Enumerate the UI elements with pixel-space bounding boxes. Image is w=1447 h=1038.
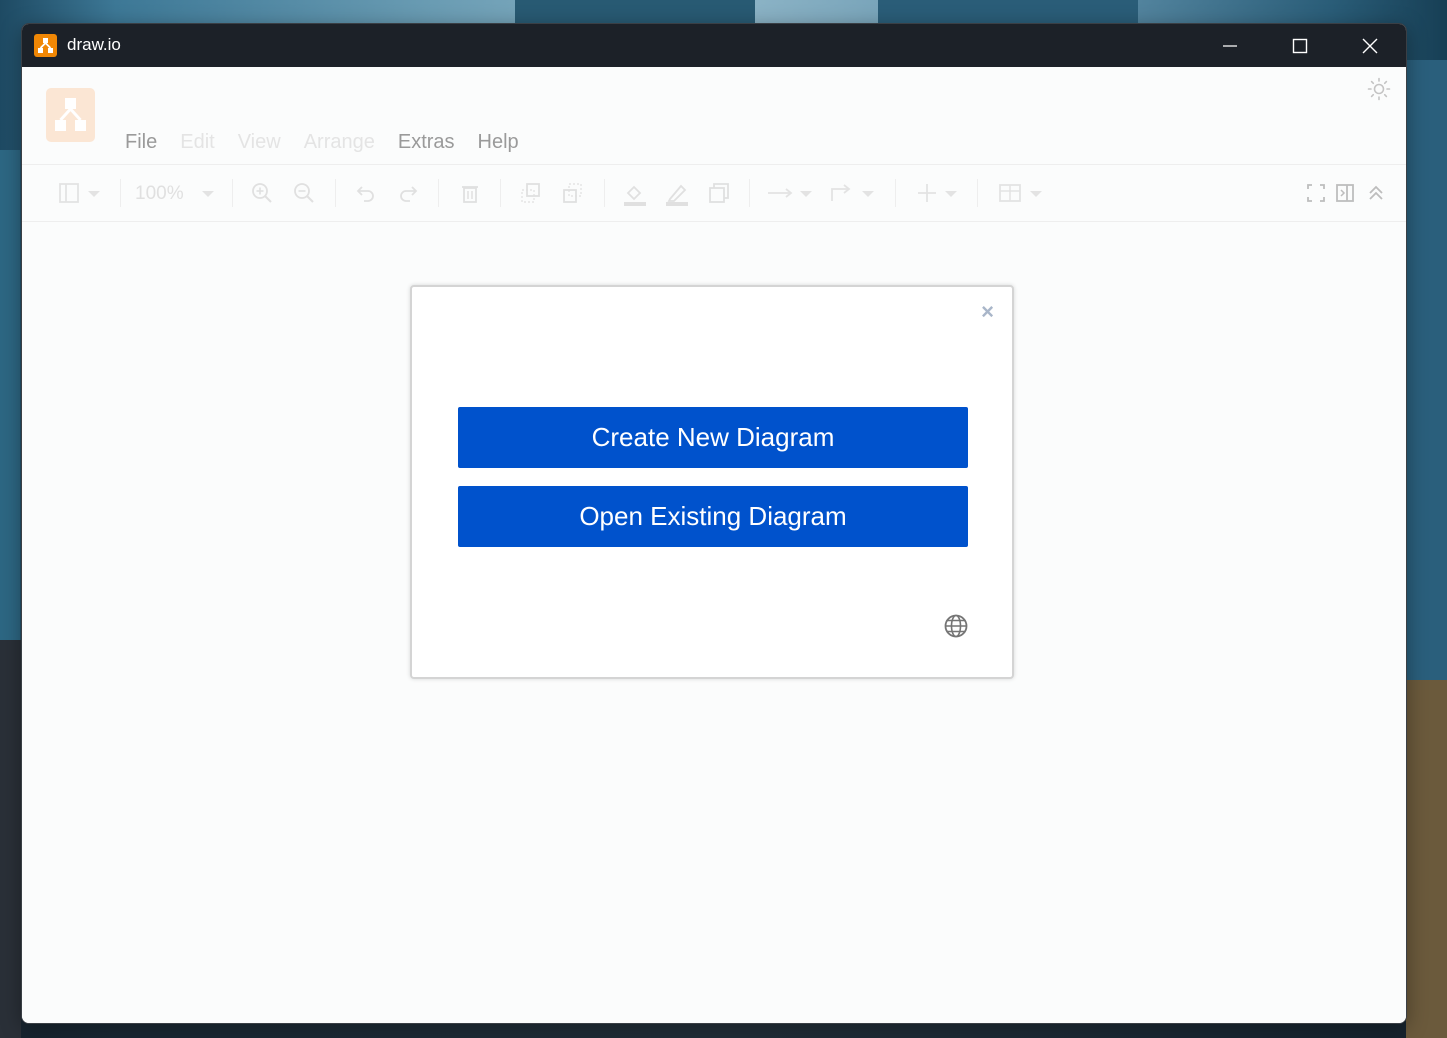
toolbar-separator [120,179,121,207]
globe-icon[interactable] [943,613,969,639]
toolbar-separator [977,179,978,207]
toolbar-separator [749,179,750,207]
zoom-in-icon[interactable] [250,181,274,205]
toolbar-separator [500,179,501,207]
toolbar-separator [335,179,336,207]
close-dialog-button[interactable]: × [981,299,994,325]
zoom-out-icon[interactable] [292,181,316,205]
insert-plus-icon[interactable] [915,181,961,205]
maximize-icon [1292,38,1308,53]
sidebar-toggle-icon[interactable] [58,181,104,205]
background-building [878,0,1138,23]
app-header: File Edit View Arrange Extras Help [22,67,1406,165]
drawio-logo-icon [34,34,57,57]
close-window-button[interactable] [1335,24,1405,67]
shadow-icon[interactable] [706,181,732,207]
sun-icon[interactable] [1367,77,1391,101]
background-ground [1406,680,1447,1038]
background-building [515,0,755,23]
background-building [1406,60,1447,760]
undo-icon[interactable] [354,181,378,205]
title-bar: draw.io [22,24,1406,67]
format-panel-icon[interactable] [1335,181,1355,205]
toolbar: 100% [22,165,1406,222]
zoom-level[interactable]: 100% [135,183,184,205]
minimize-icon [1223,44,1237,47]
menu-file[interactable]: File [125,131,157,154]
start-dialog: × Create New Diagram Open Existing Diagr… [410,285,1014,679]
connection-arrow-icon[interactable] [766,181,816,205]
fullscreen-icon[interactable] [1306,181,1326,205]
app-window: draw.io File Edit View Arrange Extras He… [21,23,1407,1024]
background-road [0,640,21,1038]
close-icon [1362,38,1378,53]
waypoints-icon[interactable] [828,181,878,205]
toolbar-separator [604,179,605,207]
menu-edit[interactable]: Edit [180,131,214,154]
maximize-button[interactable] [1265,24,1335,67]
toolbar-separator [232,179,233,207]
redo-icon[interactable] [396,181,420,205]
minimize-button[interactable] [1195,24,1265,67]
collapse-icon[interactable] [1366,181,1386,205]
menu-view[interactable]: View [238,131,281,154]
open-existing-diagram-button[interactable]: Open Existing Diagram [458,486,968,547]
table-icon[interactable] [998,181,1046,205]
to-front-icon[interactable] [519,181,543,205]
menu-bar: File Edit View Arrange Extras Help [125,131,519,154]
menu-extras[interactable]: Extras [398,131,455,154]
window-title: draw.io [67,35,121,54]
delete-icon[interactable] [458,181,482,205]
menu-help[interactable]: Help [478,131,519,154]
toolbar-separator [438,179,439,207]
to-back-icon[interactable] [561,181,585,205]
chevron-down-icon[interactable] [198,181,218,205]
toolbar-separator [895,179,896,207]
menu-arrange[interactable]: Arrange [304,131,375,154]
create-new-diagram-button[interactable]: Create New Diagram [458,407,968,468]
drawio-logo-icon [46,88,95,142]
line-color-icon[interactable] [664,181,690,207]
fill-color-icon[interactable] [622,181,648,207]
